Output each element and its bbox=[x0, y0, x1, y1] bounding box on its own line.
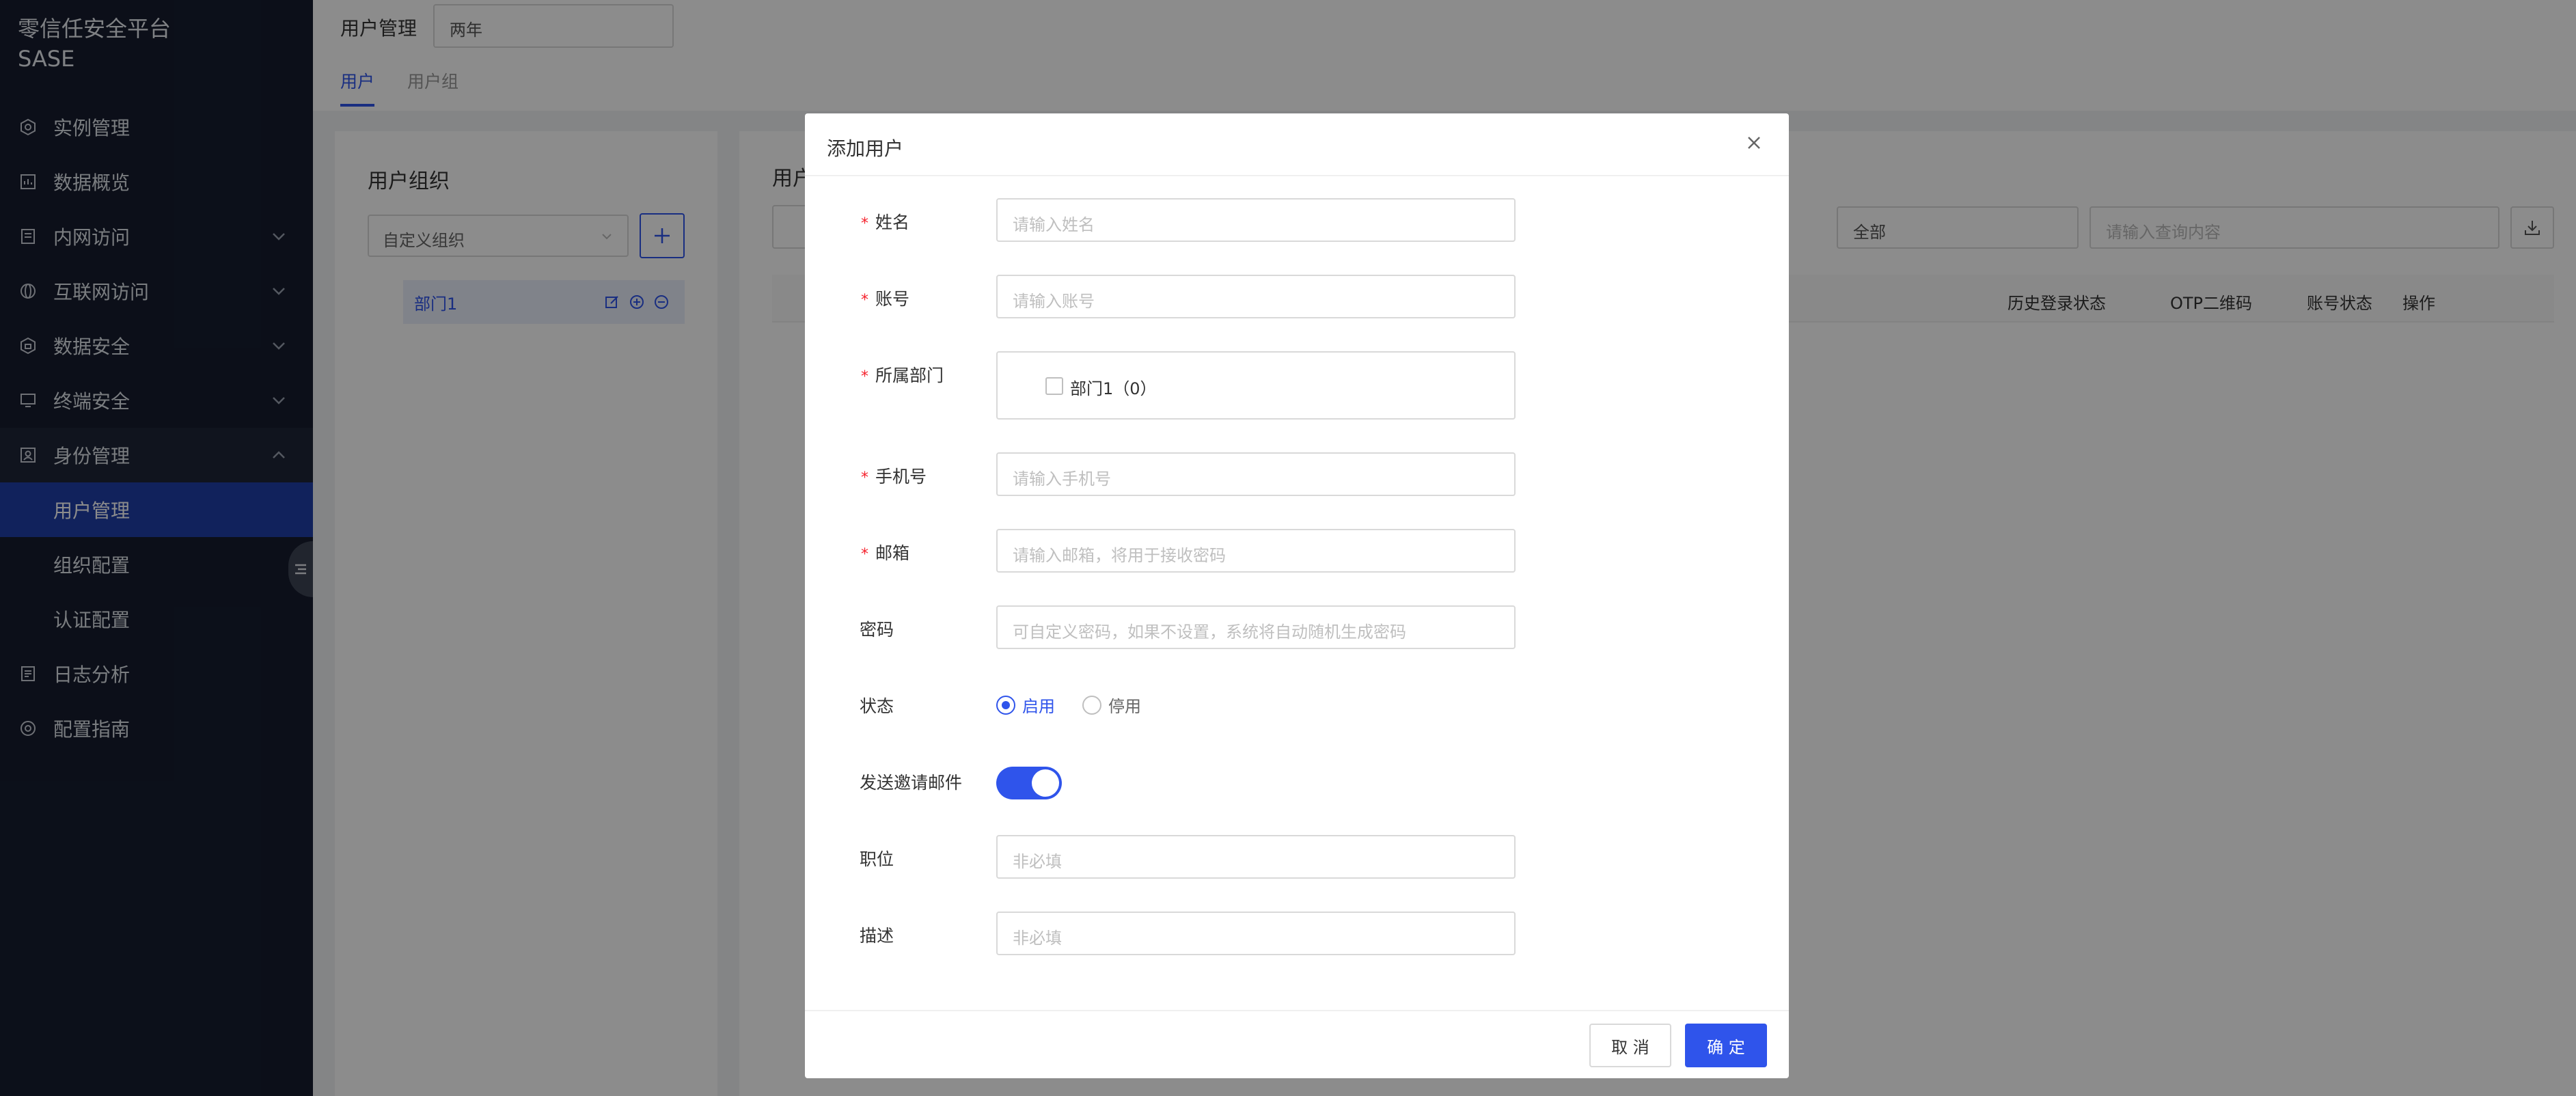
name-label: * 姓名 bbox=[861, 213, 910, 232]
account-label: * 账号 bbox=[861, 289, 910, 309]
status-enabled-label: 启用 bbox=[1022, 697, 1055, 716]
required-mark: * bbox=[861, 215, 868, 232]
status-disabled-radio[interactable] bbox=[1082, 695, 1101, 715]
dialog-header: 添加用户 bbox=[805, 113, 1789, 176]
required-mark: * bbox=[861, 368, 868, 385]
account-input[interactable]: 请输入账号 bbox=[996, 275, 1516, 318]
confirm-button[interactable]: 确 定 bbox=[1685, 1024, 1767, 1067]
position-label: 职位 bbox=[860, 849, 894, 869]
required-mark: * bbox=[861, 469, 868, 487]
invite-email-toggle[interactable] bbox=[996, 767, 1062, 799]
dialog-title: 添加用户 bbox=[827, 137, 904, 160]
status-disabled-label: 停用 bbox=[1108, 697, 1141, 716]
phone-label: * 手机号 bbox=[861, 467, 927, 487]
status-radio-group: 启用 停用 bbox=[996, 693, 1141, 717]
toggle-knob bbox=[1032, 769, 1059, 797]
email-label: * 邮箱 bbox=[861, 543, 910, 563]
password-label: 密码 bbox=[860, 620, 894, 640]
dialog-footer: 取 消 确 定 bbox=[805, 1010, 1789, 1078]
position-input[interactable]: 非必填 bbox=[996, 835, 1516, 879]
cancel-button[interactable]: 取 消 bbox=[1589, 1024, 1671, 1067]
department-option-label: 部门1（0） bbox=[1070, 379, 1157, 398]
phone-input[interactable]: 请输入手机号 bbox=[996, 452, 1516, 496]
department-checkbox[interactable] bbox=[1045, 377, 1063, 395]
required-mark: * bbox=[861, 546, 868, 563]
status-enabled-radio[interactable] bbox=[996, 695, 1015, 715]
invite-label: 发送邀请邮件 bbox=[860, 773, 963, 793]
name-input[interactable]: 请输入姓名 bbox=[996, 198, 1516, 242]
required-mark: * bbox=[861, 292, 868, 309]
close-icon[interactable] bbox=[1742, 131, 1766, 154]
add-user-dialog: 添加用户 * 姓名 请输入姓名 * 账号 请输入账号 * 所属部门 部门1（0） * 手… bbox=[805, 113, 1789, 1078]
department-label: * 所属部门 bbox=[861, 366, 944, 385]
description-label: 描述 bbox=[860, 926, 894, 946]
password-input[interactable]: 可自定义密码，如果不设置，系统将自动随机生成密码 bbox=[996, 605, 1516, 649]
department-picker: 部门1（0） bbox=[996, 351, 1516, 420]
status-label: 状态 bbox=[860, 696, 894, 716]
description-input[interactable]: 非必填 bbox=[996, 912, 1516, 955]
email-input[interactable]: 请输入邮箱，将用于接收密码 bbox=[996, 529, 1516, 573]
